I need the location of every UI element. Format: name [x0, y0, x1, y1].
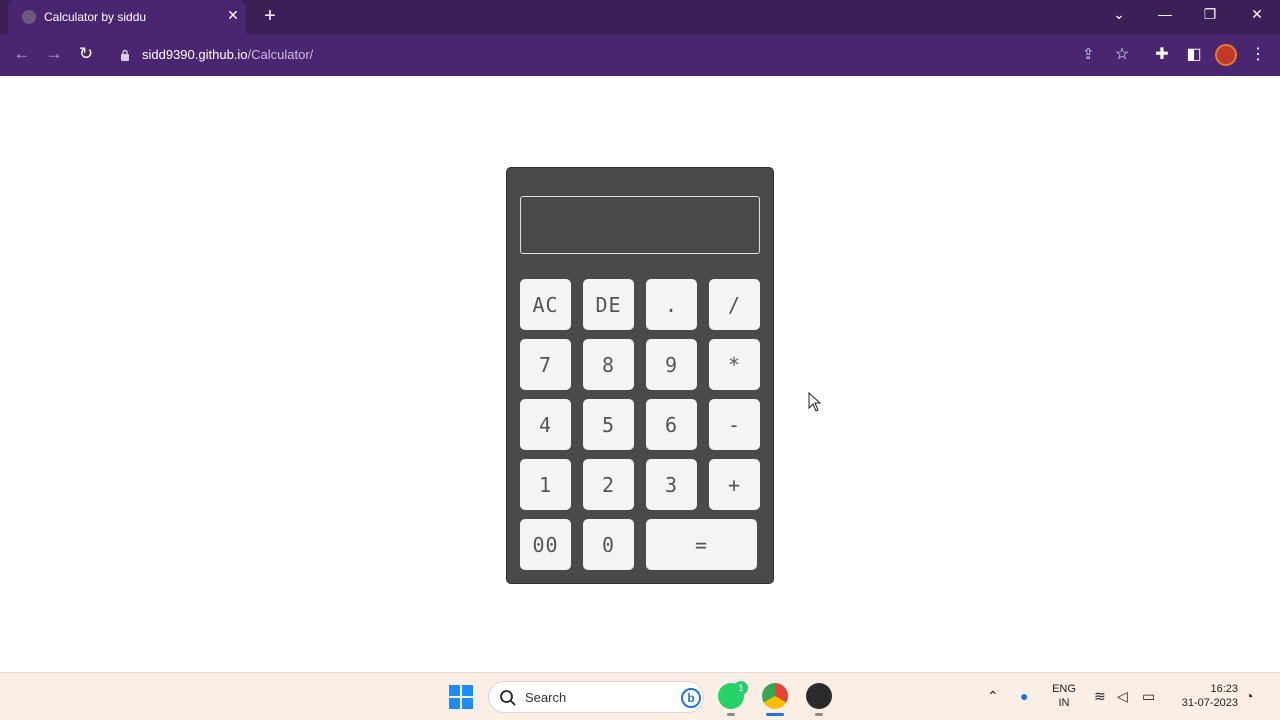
mouse-cursor-icon [808, 392, 822, 412]
close-window-icon[interactable]: ✕ [1247, 6, 1267, 23]
calculator: AC DE . / 7 8 9 * 4 5 6 - 1 2 3 + 00 0 = [506, 167, 774, 584]
bing-icon[interactable]: b [681, 688, 701, 708]
language-line-2: IN [1058, 697, 1070, 709]
key-5[interactable]: 5 [583, 399, 634, 450]
notification-bell-icon[interactable]: ◔ [1245, 688, 1253, 704]
tab-close-icon[interactable]: ✕ [224, 7, 242, 24]
clock-date: 31-07-2023 [1181, 697, 1238, 709]
key-3[interactable]: 3 [646, 459, 697, 510]
back-arrow-icon[interactable]: ← [11, 44, 33, 64]
new-tab-button[interactable]: + [260, 5, 280, 28]
key-8[interactable]: 8 [583, 339, 634, 390]
key-minus[interactable]: - [709, 399, 760, 450]
tab-title: Calculator by siddu [44, 10, 147, 24]
bookmark-star-icon[interactable]: ☆ [1112, 44, 1132, 64]
key-7[interactable]: 7 [520, 339, 571, 390]
key-1[interactable]: 1 [520, 459, 571, 510]
reload-icon[interactable]: ↻ [75, 44, 97, 64]
key-2[interactable]: 2 [583, 459, 634, 510]
minimize-icon[interactable]: — [1155, 6, 1175, 22]
windows-taskbar: Search b ⌃ ● ENG IN ≋ ◁ ▭ 16:23 31-07-20… [0, 672, 1280, 720]
language-line-1: ENG [1052, 683, 1076, 695]
url-text: sidd9390.github.io/Calculator/ [142, 47, 313, 62]
side-panel-icon[interactable]: ◧ [1184, 44, 1204, 64]
key-00[interactable]: 00 [520, 519, 571, 570]
chrome-icon[interactable] [762, 683, 788, 709]
system-clock[interactable]: 16:23 31-07-2023 [1172, 682, 1238, 710]
browser-tab-strip: Calculator by siddu ✕ + ⌄ — ❐ ✕ [0, 0, 1280, 34]
key-0[interactable]: 0 [583, 519, 634, 570]
url-host: sidd9390.github.io [142, 47, 248, 62]
key-dot[interactable]: . [646, 279, 697, 330]
obs-running-indicator [815, 713, 823, 716]
url-path: /Calculator/ [247, 47, 314, 62]
search-label: Search [525, 690, 567, 705]
forward-arrow-icon[interactable]: → [43, 44, 65, 64]
key-de[interactable]: DE [583, 279, 634, 330]
share-icon[interactable]: ⇪ [1082, 45, 1095, 63]
menu-kebab-icon[interactable]: ⋮ [1248, 44, 1268, 64]
tab-search-icon[interactable]: ⌄ [1109, 6, 1129, 23]
language-indicator[interactable]: ENG IN [1050, 682, 1078, 710]
restore-icon[interactable]: ❐ [1200, 6, 1220, 23]
key-divide[interactable]: / [709, 279, 760, 330]
calculator-display[interactable] [520, 196, 760, 254]
taskbar-search[interactable]: Search b [488, 681, 704, 713]
key-ac[interactable]: AC [520, 279, 571, 330]
microphone-icon[interactable]: ● [1020, 688, 1028, 704]
extensions-puzzle-icon[interactable]: ✚ [1152, 44, 1172, 64]
clock-time: 16:23 [1210, 683, 1238, 695]
tab-calculator[interactable]: Calculator by siddu ✕ [8, 0, 246, 34]
search-icon [500, 690, 516, 706]
chevron-up-icon[interactable]: ⌃ [987, 688, 999, 705]
chrome-active-indicator [766, 713, 784, 716]
key-plus[interactable]: + [709, 459, 760, 510]
globe-icon [22, 10, 36, 24]
whatsapp-running-indicator [727, 713, 735, 716]
volume-icon[interactable]: ◁ [1117, 688, 1128, 705]
key-4[interactable]: 4 [520, 399, 571, 450]
key-9[interactable]: 9 [646, 339, 697, 390]
browser-toolbar: ← → ↻ sidd9390.github.io/Calculator/ ⇪ ☆… [0, 34, 1280, 76]
lock-icon [121, 49, 129, 61]
wifi-icon[interactable]: ≋ [1094, 688, 1106, 705]
address-bar[interactable]: sidd9390.github.io/Calculator/ ⇪ [108, 39, 1108, 71]
battery-icon[interactable]: ▭ [1142, 688, 1155, 705]
obs-studio-icon[interactable] [806, 683, 832, 709]
windows-start-icon[interactable] [449, 685, 473, 709]
profile-avatar[interactable] [1215, 44, 1237, 66]
whatsapp-unread-badge: 1 [734, 681, 748, 695]
key-multiply[interactable]: * [709, 339, 760, 390]
key-equals[interactable]: = [646, 519, 757, 570]
key-6[interactable]: 6 [646, 399, 697, 450]
